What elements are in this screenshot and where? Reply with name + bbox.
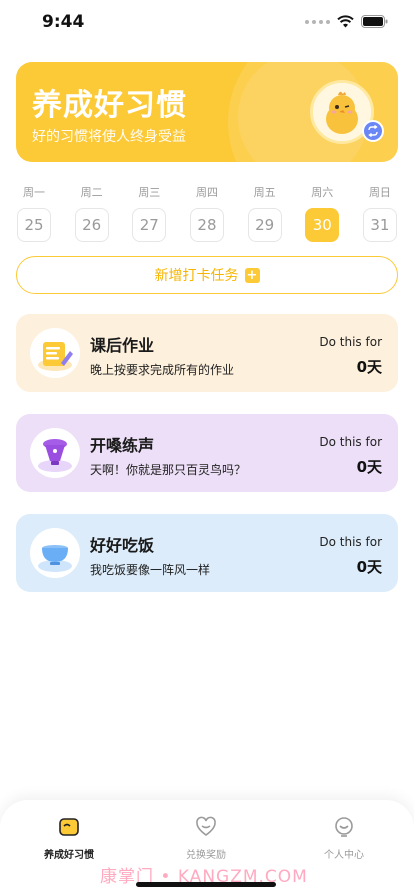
day-wednesday[interactable]: 周三 27	[131, 184, 167, 242]
day-date-selected[interactable]: 30	[305, 208, 340, 242]
day-name: 周六	[311, 186, 334, 199]
week-strip: 周一 25 周二 26 周三 27 周四 28 周五 29 周六 30 周日 3…	[16, 184, 398, 242]
habit-title: 开嗓练声	[90, 436, 155, 455]
status-time: 9:44	[42, 12, 85, 32]
day-name: 周五	[253, 186, 276, 199]
day-sunday[interactable]: 周日 31	[362, 184, 398, 242]
tab-rewards[interactable]: 兑换奖励	[156, 816, 256, 861]
swap-icon	[368, 125, 378, 137]
habit-banner: 养成好习惯 好的习惯将使人终身受益	[16, 62, 398, 162]
day-name: 周一	[23, 186, 45, 199]
habit-description: 晚上按要求完成所有的作业	[90, 363, 235, 377]
habit-title: 课后作业	[90, 336, 155, 355]
habit-tab-icon	[59, 818, 79, 836]
battery-icon	[361, 15, 388, 28]
day-thursday[interactable]: 周四 28	[189, 184, 225, 242]
habit-day-count: 0天	[356, 458, 382, 476]
day-name: 周二	[80, 186, 103, 199]
tab-habits[interactable]: 养成好习惯	[19, 816, 119, 861]
day-name: 周三	[138, 186, 161, 199]
day-date[interactable]: 31	[362, 208, 397, 242]
day-monday[interactable]: 周一 25	[16, 184, 52, 242]
day-date[interactable]: 29	[247, 208, 282, 242]
swap-avatar-button[interactable]	[362, 120, 384, 142]
day-date[interactable]: 25	[17, 208, 51, 242]
habit-description: 我吃饭要像一阵风一样	[90, 563, 211, 577]
habit-card-homework[interactable]: 课后作业 晚上按要求完成所有的作业 Do this for 0天	[16, 314, 398, 392]
day-date[interactable]: 28	[189, 208, 224, 242]
habit-card-meal[interactable]: 好好吃饭 我吃饭要像一阵风一样 Do this for 0天	[16, 514, 398, 592]
banner-subtitle: 好的习惯将使人终身受益	[32, 129, 186, 145]
add-task-label: 新增打卡任务	[154, 268, 239, 284]
status-icons	[305, 15, 388, 28]
bowl-icon	[30, 528, 80, 578]
day-date[interactable]: 26	[74, 208, 109, 242]
add-task-button[interactable]: 新增打卡任务 +	[16, 256, 398, 294]
reward-tab-icon	[196, 816, 216, 836]
tab-label: 个人中心	[324, 850, 364, 861]
tab-profile[interactable]: 个人中心	[294, 816, 394, 861]
home-indicator	[136, 882, 276, 887]
day-name: 周四	[195, 186, 218, 199]
day-tuesday[interactable]: 周二 26	[74, 184, 110, 242]
tab-label: 养成好习惯	[44, 850, 94, 861]
status-bar: 9:44	[0, 0, 414, 46]
homework-icon	[30, 328, 80, 378]
banner-title: 养成好习惯	[32, 88, 187, 123]
day-name: 周日	[368, 186, 391, 199]
day-date[interactable]: 27	[132, 208, 167, 242]
habit-day-count: 0天	[356, 558, 382, 576]
habit-card-vocal[interactable]: 开嗓练声 天啊！你就是那只百灵鸟吗？ Do this for 0天	[16, 414, 398, 492]
profile-tab-icon	[335, 817, 353, 837]
habit-title: 好好吃饭	[90, 536, 155, 555]
habit-do-this-label: Do this for	[319, 335, 382, 349]
habit-day-count: 0天	[356, 358, 382, 376]
habit-do-this-label: Do this for	[319, 435, 382, 449]
habit-description: 天啊！你就是那只百灵鸟吗？	[90, 463, 247, 477]
microphone-icon	[30, 428, 80, 478]
day-friday[interactable]: 周五 29	[247, 184, 283, 242]
day-saturday[interactable]: 周六 30	[304, 184, 340, 242]
habit-do-this-label: Do this for	[319, 535, 382, 549]
plus-icon: +	[244, 267, 260, 283]
wifi-icon	[337, 15, 354, 28]
tab-label: 兑换奖励	[186, 850, 226, 861]
signal-icon	[305, 19, 330, 24]
